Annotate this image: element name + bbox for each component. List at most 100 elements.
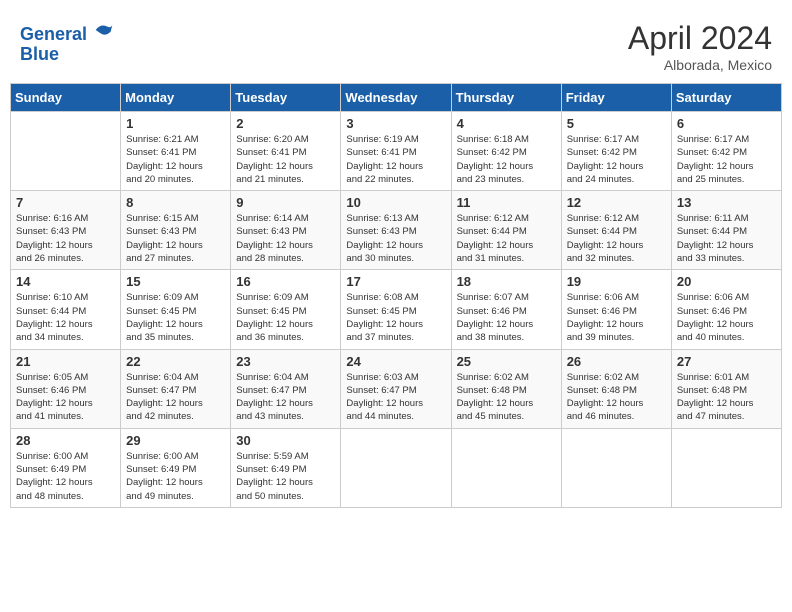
month-year: April 2024 bbox=[628, 20, 772, 57]
calendar-day-cell: 22 Sunrise: 6:04 AM Sunset: 6:47 PM Dayli… bbox=[121, 349, 231, 428]
day-number: 7 bbox=[16, 195, 115, 210]
day-number: 18 bbox=[457, 274, 556, 289]
day-number: 27 bbox=[677, 354, 776, 369]
calendar-day-cell: 25 Sunrise: 6:02 AM Sunset: 6:48 PM Dayli… bbox=[451, 349, 561, 428]
day-number: 2 bbox=[236, 116, 335, 131]
day-number: 15 bbox=[126, 274, 225, 289]
cell-info: Sunrise: 6:19 AM Sunset: 6:41 PM Dayligh… bbox=[346, 133, 445, 186]
cell-info: Sunrise: 6:10 AM Sunset: 6:44 PM Dayligh… bbox=[16, 291, 115, 344]
cell-info: Sunrise: 6:08 AM Sunset: 6:45 PM Dayligh… bbox=[346, 291, 445, 344]
day-number: 14 bbox=[16, 274, 115, 289]
day-number: 19 bbox=[567, 274, 666, 289]
empty-cell bbox=[11, 112, 121, 191]
calendar-day-cell: 4Sunrise: 6:18 AM Sunset: 6:42 PM Daylig… bbox=[451, 112, 561, 191]
logo-line1: General bbox=[20, 24, 87, 44]
logo: General Blue bbox=[20, 20, 114, 65]
cell-info: Sunrise: 6:00 AM Sunset: 6:49 PM Dayligh… bbox=[126, 450, 225, 503]
empty-cell bbox=[341, 428, 451, 507]
calendar-day-cell: 1 Sunrise: 6:21 AM Sunset: 6:41 PM Daylig… bbox=[121, 112, 231, 191]
cell-info: Sunrise: 6:15 AM Sunset: 6:43 PM Dayligh… bbox=[126, 212, 225, 265]
cell-info: Sunrise: 6:02 AM Sunset: 6:48 PM Dayligh… bbox=[457, 371, 556, 424]
cell-info: Sunrise: 6:09 AM Sunset: 6:45 PM Dayligh… bbox=[236, 291, 335, 344]
cell-info: Sunrise: 6:16 AM Sunset: 6:43 PM Dayligh… bbox=[16, 212, 115, 265]
calendar-day-cell: 28 Sunrise: 6:00 AM Sunset: 6:49 PM Dayli… bbox=[11, 428, 121, 507]
day-number: 1 bbox=[126, 116, 225, 131]
day-number: 16 bbox=[236, 274, 335, 289]
calendar-day-cell: 19 Sunrise: 6:06 AM Sunset: 6:46 PM Dayli… bbox=[561, 270, 671, 349]
calendar-day-cell: 30 Sunrise: 5:59 AM Sunset: 6:49 PM Dayli… bbox=[231, 428, 341, 507]
calendar-day-cell: 23Sunrise: 6:04 AM Sunset: 6:47 PM Dayli… bbox=[231, 349, 341, 428]
calendar-day-cell: 14 Sunrise: 6:10 AM Sunset: 6:44 PM Dayli… bbox=[11, 270, 121, 349]
cell-info: Sunrise: 6:06 AM Sunset: 6:46 PM Dayligh… bbox=[567, 291, 666, 344]
cell-info: Sunrise: 6:17 AM Sunset: 6:42 PM Dayligh… bbox=[677, 133, 776, 186]
logo-text: General bbox=[20, 20, 114, 45]
day-header-wednesday: Wednesday bbox=[341, 84, 451, 112]
day-number: 22 bbox=[126, 354, 225, 369]
cell-info: Sunrise: 6:00 AM Sunset: 6:49 PM Dayligh… bbox=[16, 450, 115, 503]
calendar-day-cell: 17 Sunrise: 6:08 AM Sunset: 6:45 PM Dayli… bbox=[341, 270, 451, 349]
day-header-sunday: Sunday bbox=[11, 84, 121, 112]
cell-info: Sunrise: 6:17 AM Sunset: 6:42 PM Dayligh… bbox=[567, 133, 666, 186]
cell-info: Sunrise: 6:03 AM Sunset: 6:47 PM Dayligh… bbox=[346, 371, 445, 424]
day-number: 28 bbox=[16, 433, 115, 448]
calendar-header-row: SundayMondayTuesdayWednesdayThursdayFrid… bbox=[11, 84, 782, 112]
cell-info: Sunrise: 6:04 AM Sunset: 6:47 PM Dayligh… bbox=[126, 371, 225, 424]
title-block: April 2024 Alborada, Mexico bbox=[628, 20, 772, 73]
day-number: 30 bbox=[236, 433, 335, 448]
cell-info: Sunrise: 6:20 AM Sunset: 6:41 PM Dayligh… bbox=[236, 133, 335, 186]
day-number: 29 bbox=[126, 433, 225, 448]
day-header-friday: Friday bbox=[561, 84, 671, 112]
day-header-thursday: Thursday bbox=[451, 84, 561, 112]
cell-info: Sunrise: 6:06 AM Sunset: 6:46 PM Dayligh… bbox=[677, 291, 776, 344]
day-number: 21 bbox=[16, 354, 115, 369]
day-number: 9 bbox=[236, 195, 335, 210]
calendar-day-cell: 29 Sunrise: 6:00 AM Sunset: 6:49 PM Dayli… bbox=[121, 428, 231, 507]
calendar-day-cell: 10Sunrise: 6:13 AM Sunset: 6:43 PM Dayli… bbox=[341, 191, 451, 270]
day-header-monday: Monday bbox=[121, 84, 231, 112]
day-number: 10 bbox=[346, 195, 445, 210]
calendar-day-cell: 24 Sunrise: 6:03 AM Sunset: 6:47 PM Dayli… bbox=[341, 349, 451, 428]
cell-info: Sunrise: 6:14 AM Sunset: 6:43 PM Dayligh… bbox=[236, 212, 335, 265]
calendar-day-cell: 6Sunrise: 6:17 AM Sunset: 6:42 PM Daylig… bbox=[671, 112, 781, 191]
calendar-day-cell: 16 Sunrise: 6:09 AM Sunset: 6:45 PM Dayli… bbox=[231, 270, 341, 349]
calendar-day-cell: 27Sunrise: 6:01 AM Sunset: 6:48 PM Dayli… bbox=[671, 349, 781, 428]
location: Alborada, Mexico bbox=[628, 57, 772, 73]
calendar-day-cell: 13Sunrise: 6:11 AM Sunset: 6:44 PM Dayli… bbox=[671, 191, 781, 270]
calendar-week-row: 1 Sunrise: 6:21 AM Sunset: 6:41 PM Daylig… bbox=[11, 112, 782, 191]
empty-cell bbox=[671, 428, 781, 507]
day-number: 8 bbox=[126, 195, 225, 210]
cell-info: Sunrise: 5:59 AM Sunset: 6:49 PM Dayligh… bbox=[236, 450, 335, 503]
cell-info: Sunrise: 6:05 AM Sunset: 6:46 PM Dayligh… bbox=[16, 371, 115, 424]
calendar-day-cell: 5 Sunrise: 6:17 AM Sunset: 6:42 PM Daylig… bbox=[561, 112, 671, 191]
calendar-day-cell: 3Sunrise: 6:19 AM Sunset: 6:41 PM Daylig… bbox=[341, 112, 451, 191]
day-number: 5 bbox=[567, 116, 666, 131]
day-number: 26 bbox=[567, 354, 666, 369]
page-header: General Blue April 2024 Alborada, Mexico bbox=[10, 10, 782, 78]
calendar-week-row: 21 Sunrise: 6:05 AM Sunset: 6:46 PM Dayli… bbox=[11, 349, 782, 428]
calendar-day-cell: 21 Sunrise: 6:05 AM Sunset: 6:46 PM Dayli… bbox=[11, 349, 121, 428]
day-number: 13 bbox=[677, 195, 776, 210]
day-header-saturday: Saturday bbox=[671, 84, 781, 112]
calendar-week-row: 14 Sunrise: 6:10 AM Sunset: 6:44 PM Dayli… bbox=[11, 270, 782, 349]
day-number: 17 bbox=[346, 274, 445, 289]
cell-info: Sunrise: 6:21 AM Sunset: 6:41 PM Dayligh… bbox=[126, 133, 225, 186]
cell-info: Sunrise: 6:02 AM Sunset: 6:48 PM Dayligh… bbox=[567, 371, 666, 424]
calendar-week-row: 28 Sunrise: 6:00 AM Sunset: 6:49 PM Dayli… bbox=[11, 428, 782, 507]
calendar-day-cell: 12 Sunrise: 6:12 AM Sunset: 6:44 PM Dayli… bbox=[561, 191, 671, 270]
calendar-day-cell: 9 Sunrise: 6:14 AM Sunset: 6:43 PM Daylig… bbox=[231, 191, 341, 270]
calendar-day-cell: 15 Sunrise: 6:09 AM Sunset: 6:45 PM Dayli… bbox=[121, 270, 231, 349]
cell-info: Sunrise: 6:09 AM Sunset: 6:45 PM Dayligh… bbox=[126, 291, 225, 344]
day-number: 25 bbox=[457, 354, 556, 369]
calendar-day-cell: 20 Sunrise: 6:06 AM Sunset: 6:46 PM Dayli… bbox=[671, 270, 781, 349]
day-header-tuesday: Tuesday bbox=[231, 84, 341, 112]
logo-line2: Blue bbox=[20, 45, 114, 65]
calendar-day-cell: 7 Sunrise: 6:16 AM Sunset: 6:43 PM Daylig… bbox=[11, 191, 121, 270]
calendar-day-cell: 2 Sunrise: 6:20 AM Sunset: 6:41 PM Daylig… bbox=[231, 112, 341, 191]
cell-info: Sunrise: 6:12 AM Sunset: 6:44 PM Dayligh… bbox=[567, 212, 666, 265]
cell-info: Sunrise: 6:07 AM Sunset: 6:46 PM Dayligh… bbox=[457, 291, 556, 344]
empty-cell bbox=[451, 428, 561, 507]
day-number: 24 bbox=[346, 354, 445, 369]
day-number: 12 bbox=[567, 195, 666, 210]
empty-cell bbox=[561, 428, 671, 507]
day-number: 20 bbox=[677, 274, 776, 289]
